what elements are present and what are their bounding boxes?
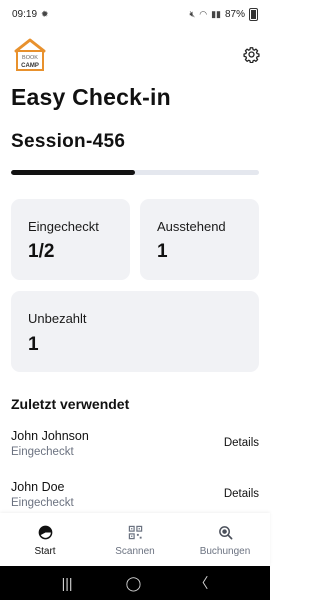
search-icon bbox=[217, 524, 233, 540]
bottom-navigation: Start Scannen Buchungen bbox=[0, 513, 270, 566]
signal-icon: ▮▮ bbox=[211, 8, 221, 19]
guest-status: Eingecheckt bbox=[11, 446, 74, 458]
svg-text:BOOK: BOOK bbox=[22, 55, 38, 61]
recent-apps-icon[interactable]: ||| bbox=[62, 575, 73, 591]
chart-pie-icon bbox=[37, 524, 53, 540]
status-time: 09:19 bbox=[12, 8, 38, 20]
mute-icon: 🔇︎ bbox=[189, 8, 196, 19]
qr-code-icon bbox=[127, 524, 143, 540]
unpaid-card[interactable]: Unbezahlt 1 bbox=[11, 291, 259, 372]
wifi-icon: ◠ bbox=[199, 8, 208, 19]
progress-fill bbox=[11, 170, 135, 175]
status-bar: 09:19 ✹ 🔇︎ ◠ ▮▮ 87% bbox=[0, 0, 270, 28]
checked-in-value: 1/2 bbox=[28, 241, 55, 262]
checked-in-label: Eingecheckt bbox=[28, 219, 99, 234]
nav-label-scan: Scannen bbox=[115, 546, 155, 557]
recent-section-title: Zuletzt verwendet bbox=[11, 396, 130, 412]
nav-item-bookings[interactable]: Buchungen bbox=[180, 513, 270, 566]
nav-item-scan[interactable]: Scannen bbox=[90, 513, 180, 566]
weather-icon: ✹ bbox=[41, 8, 49, 19]
page-title: Easy Check-in bbox=[11, 84, 171, 110]
back-icon[interactable]: 〈 bbox=[194, 573, 208, 593]
list-item: John Johnson Eingecheckt Details bbox=[0, 429, 270, 473]
pending-label: Ausstehend bbox=[157, 219, 226, 234]
nav-label-start: Start bbox=[34, 546, 56, 557]
nav-item-start[interactable]: Start bbox=[0, 513, 90, 566]
guest-name: John Doe bbox=[11, 480, 65, 494]
guest-name: John Johnson bbox=[11, 429, 89, 443]
unpaid-label: Unbezahlt bbox=[28, 311, 87, 326]
gear-icon bbox=[242, 46, 260, 63]
home-icon[interactable]: ◯ bbox=[126, 575, 142, 592]
settings-button[interactable] bbox=[242, 45, 260, 63]
checkin-progress-bar bbox=[11, 170, 259, 175]
svg-text:CAMP: CAMP bbox=[21, 63, 39, 69]
details-button[interactable]: Details bbox=[224, 437, 259, 449]
pending-card[interactable]: Ausstehend 1 bbox=[140, 199, 259, 280]
pending-value: 1 bbox=[157, 241, 168, 262]
details-button[interactable]: Details bbox=[224, 488, 259, 500]
system-navigation-bar: ||| ◯ 〈 bbox=[0, 566, 270, 600]
nav-label-bookings: Buchungen bbox=[199, 546, 251, 557]
battery-percent: 87% bbox=[224, 8, 245, 20]
battery-icon bbox=[249, 7, 258, 21]
unpaid-value: 1 bbox=[28, 334, 39, 355]
session-title: Session-456 bbox=[11, 131, 126, 152]
checked-in-card[interactable]: Eingecheckt 1/2 bbox=[11, 199, 130, 280]
book-camp-logo: BOOK CAMP bbox=[13, 37, 47, 73]
guest-status: Eingecheckt bbox=[11, 497, 74, 509]
